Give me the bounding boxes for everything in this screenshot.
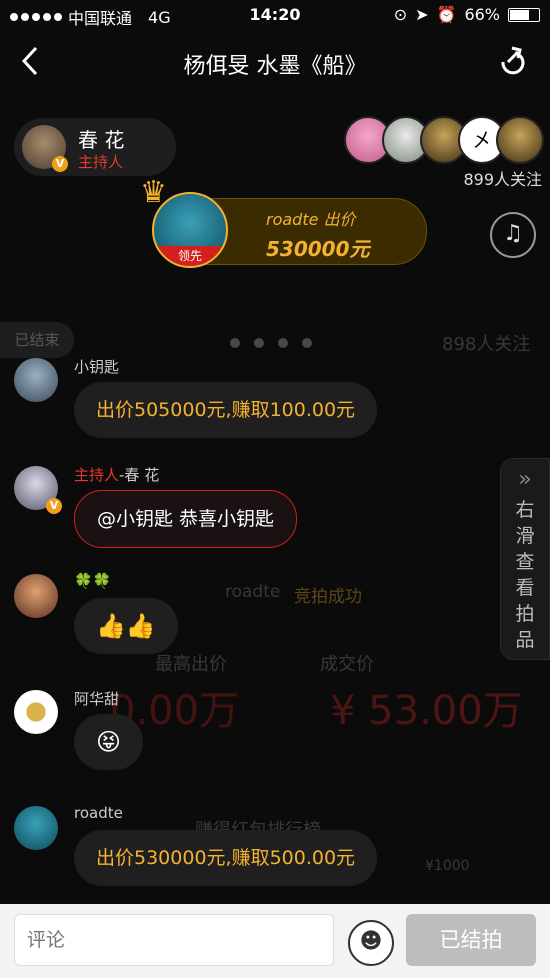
lock-rotation-icon: ⊙ bbox=[393, 5, 408, 24]
follower-count: 899人关注 bbox=[463, 170, 542, 189]
smiley-icon: ☻ bbox=[359, 929, 383, 954]
status-right: ⊙ ➤ ⏰ 66% bbox=[394, 5, 540, 24]
message-sender: 小钥匙 bbox=[74, 358, 120, 376]
swipe-to-view-tab[interactable]: » 右滑查看拍品 bbox=[500, 458, 550, 660]
host-prefix: 主持人 bbox=[74, 466, 120, 484]
music-note-icon: ♫ bbox=[503, 221, 523, 246]
battery-icon bbox=[508, 7, 540, 22]
follower-avatars[interactable]: 㐅 bbox=[344, 116, 544, 164]
verified-badge: V bbox=[52, 156, 68, 172]
message-bubble: 😝 bbox=[74, 714, 144, 770]
message-sender: 阿华甜 bbox=[74, 690, 120, 708]
avatar[interactable] bbox=[14, 358, 58, 402]
message-sender: roadte bbox=[74, 804, 123, 822]
host-role: 主持人 bbox=[78, 153, 124, 171]
message-bubble: @小钥匙 恭喜小钥匙 bbox=[74, 490, 298, 548]
emoji-button[interactable]: ☻ bbox=[348, 920, 394, 966]
avatar bbox=[496, 116, 544, 164]
faded-max-bid-label: 最高出价 bbox=[155, 654, 227, 675]
faded-result: 竞拍成功 bbox=[294, 587, 362, 607]
page-indicator bbox=[230, 338, 312, 348]
music-button[interactable]: ♫ bbox=[490, 212, 536, 258]
auction-ended-button[interactable]: 已结拍 bbox=[406, 914, 536, 966]
alarm-icon: ⏰ bbox=[436, 5, 457, 24]
message-bubble: 出价505000元,赚取100.00元 bbox=[74, 382, 378, 438]
status-bar: 中国联通 4G 14:20 ⊙ ➤ ⏰ 66% bbox=[0, 0, 550, 30]
avatar[interactable] bbox=[14, 806, 58, 850]
side-tab-label: 右滑查看拍品 bbox=[515, 499, 535, 651]
double-chevron-right-icon: » bbox=[518, 467, 532, 492]
location-icon: ➤ bbox=[415, 5, 429, 24]
faded-bidder: roadte bbox=[225, 582, 281, 602]
lead-price: 530000元 bbox=[266, 237, 370, 261]
battery-label: 66% bbox=[464, 5, 500, 24]
avatar[interactable] bbox=[14, 574, 58, 618]
faded-small-value: ¥1000 bbox=[425, 858, 470, 874]
host-sender-name: -春 花 bbox=[119, 466, 160, 484]
faded-deal-label: 成交价 bbox=[320, 654, 374, 675]
crown-icon: ♛ bbox=[140, 175, 167, 210]
avatar[interactable] bbox=[14, 690, 58, 734]
faded-deal-value: ¥ 53.00万 bbox=[330, 688, 523, 734]
share-button[interactable] bbox=[494, 44, 528, 78]
ended-tag: 已结束 bbox=[0, 322, 74, 358]
host-card[interactable]: V 春 花 主持人 bbox=[14, 118, 176, 176]
page-title: 杨佴旻 水墨《船》 bbox=[183, 54, 367, 79]
lead-bidder-name: roadte 出价 bbox=[266, 210, 356, 229]
lead-tag: 领先 bbox=[154, 246, 226, 266]
faded-follow-count: 898人关注 bbox=[442, 334, 531, 355]
nav-bar: 杨佴旻 水墨《船》 bbox=[0, 30, 550, 94]
share-icon bbox=[501, 46, 525, 75]
message-sender: 🍀🍀 bbox=[74, 572, 112, 590]
bottom-bar: ☻ 已结拍 bbox=[0, 904, 550, 978]
message-bubble: 👍👍 bbox=[74, 598, 178, 654]
comment-input[interactable] bbox=[14, 914, 334, 966]
verified-badge: V bbox=[46, 498, 62, 514]
message-sender: 主持人-春 花 bbox=[74, 464, 159, 485]
host-name: 春 花 bbox=[78, 128, 125, 152]
message-bubble: 出价530000元,赚取500.00元 bbox=[74, 830, 378, 886]
